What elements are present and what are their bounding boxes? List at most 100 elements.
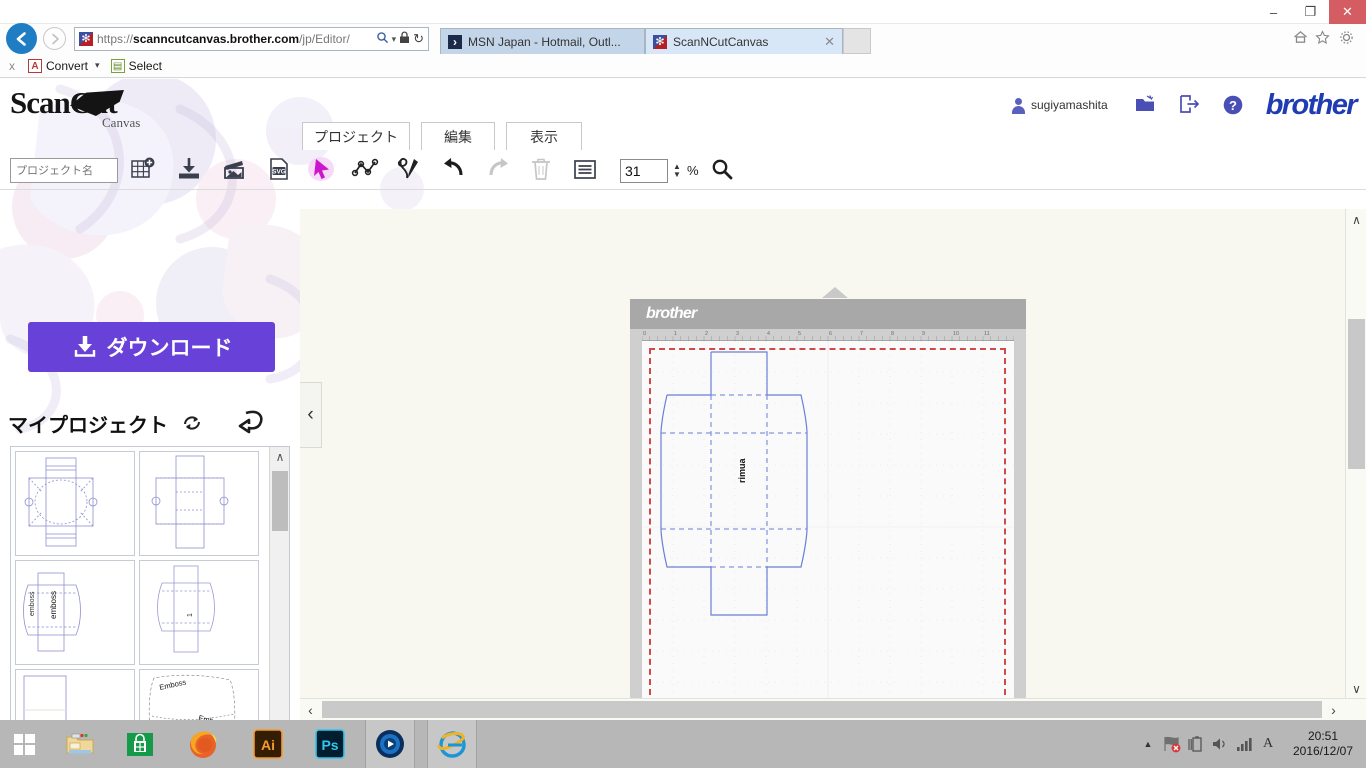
convert-dropdown-icon[interactable]: ▾	[95, 60, 100, 71]
project-name-input[interactable]	[10, 158, 118, 183]
canvas-vertical-scrollbar[interactable]: ∧ ∨	[1345, 209, 1366, 699]
ruler-top: 0123456789101112	[630, 329, 1038, 341]
mat-up-arrow-icon[interactable]	[822, 287, 848, 298]
select-button[interactable]: Select	[107, 54, 166, 78]
zoom-input[interactable]	[620, 158, 668, 183]
home-icon[interactable]	[1290, 27, 1310, 47]
new-tab-button[interactable]	[843, 28, 871, 54]
open-project-icon[interactable]	[1134, 94, 1160, 116]
tray-expand-icon[interactable]: ▲	[1136, 720, 1160, 768]
address-url: https://scanncutcanvas.brother.com/jp/Ed…	[97, 32, 350, 46]
ruler-right	[1014, 329, 1026, 720]
gear-icon[interactable]	[1336, 27, 1356, 47]
mat-brand-top: brother	[646, 305, 697, 322]
addon-close-icon[interactable]: x	[0, 59, 24, 73]
delete-icon	[524, 153, 558, 185]
import-icon[interactable]	[172, 153, 206, 185]
volume-icon[interactable]	[1208, 720, 1232, 768]
scroll-left-icon[interactable]: ‹	[300, 699, 321, 720]
tab-close-icon[interactable]: ✕	[824, 34, 835, 50]
clock-time: 20:51	[1307, 729, 1339, 743]
zoom-control: ▲ ▼ %	[620, 158, 733, 183]
maximize-button[interactable]: ❐	[1292, 0, 1329, 24]
collapse-panel-button[interactable]: ‹	[300, 382, 322, 448]
list-item[interactable]: Emboss Emboss	[139, 669, 259, 720]
zoom-stepper[interactable]: ▲ ▼	[670, 159, 684, 183]
ime-icon[interactable]: A	[1256, 720, 1280, 768]
internet-explorer-icon[interactable]	[427, 720, 477, 768]
thumbnail-scrollbar[interactable]: ∧ ∨	[269, 447, 289, 720]
svg-text:10: 10	[953, 331, 959, 337]
scroll-up-icon[interactable]: ∧	[270, 447, 289, 467]
scrollbar-thumb[interactable]	[272, 471, 288, 531]
mat-work-area[interactable]: rimua	[642, 341, 1014, 713]
store-icon[interactable]	[115, 720, 165, 768]
minimize-button[interactable]: –	[1255, 0, 1292, 24]
list-item[interactable]	[15, 669, 135, 720]
clock-date: 2016/12/07	[1292, 744, 1354, 758]
battery-icon[interactable]	[1184, 720, 1208, 768]
svg-text:2: 2	[705, 331, 708, 337]
scroll-right-icon[interactable]: ›	[1323, 699, 1344, 720]
download-button[interactable]: ダウンロード	[28, 322, 275, 372]
draw-pen-icon[interactable]	[392, 153, 426, 185]
canvas-area[interactable]: brother 0123456789101112	[300, 209, 1366, 720]
convert-button[interactable]: Convert	[24, 54, 92, 78]
svg-text:0: 0	[643, 331, 646, 337]
new-project-icon[interactable]	[126, 153, 160, 185]
refresh-icon[interactable]	[180, 411, 204, 435]
select-cursor-icon[interactable]	[305, 153, 339, 185]
browser-tab-msn[interactable]: MSN Japan - Hotmail, Outl...	[440, 28, 645, 54]
scrollbar-thumb[interactable]	[322, 701, 1322, 718]
photoshop-icon[interactable]: Ps	[305, 720, 355, 768]
chevron-down-icon[interactable]: ▾	[392, 34, 397, 45]
system-tray: ▲ A 20:51 2016/12/07	[1136, 720, 1366, 768]
signal-icon[interactable]	[1232, 720, 1256, 768]
browser-tab-scanncutcanvas[interactable]: ScanNCutCanvas ✕	[645, 28, 843, 54]
back-arrow-icon[interactable]	[236, 404, 270, 438]
list-item[interactable]	[139, 451, 259, 556]
app-header: ScanCut Canvas プロジェクト 編集 表示 sugiyamashit…	[0, 79, 1366, 150]
firefox-icon[interactable]	[178, 720, 228, 768]
node-edit-icon[interactable]	[348, 153, 382, 185]
list-item[interactable]: 1	[139, 560, 259, 665]
search-icon[interactable]	[376, 31, 389, 47]
photoshop-label: Ps	[321, 737, 338, 753]
file-explorer-icon[interactable]	[55, 720, 105, 768]
list-item[interactable]: emboss emboss	[15, 560, 135, 665]
select-label: Select	[128, 58, 162, 73]
scroll-up-icon[interactable]: ∧	[1346, 209, 1366, 230]
help-icon[interactable]: ?	[1222, 94, 1248, 116]
ruler-left	[630, 329, 642, 720]
favorites-star-icon[interactable]	[1312, 27, 1332, 47]
media-player-icon[interactable]	[365, 720, 415, 768]
thumb-caption: emboss	[49, 591, 58, 619]
svg-icon[interactable]: SVG	[262, 153, 296, 185]
start-button[interactable]	[0, 720, 48, 768]
scanncut-logo: ScanCut Canvas	[10, 87, 170, 133]
canvas-horizontal-scrollbar[interactable]: ‹ ›	[300, 698, 1366, 720]
tab-project[interactable]: プロジェクト	[302, 122, 410, 150]
scrollbar-thumb[interactable]	[1348, 319, 1365, 469]
box-dieline-shape[interactable]: rimua	[655, 341, 825, 641]
back-icon[interactable]	[6, 23, 37, 54]
undo-icon[interactable]	[437, 153, 471, 185]
my-projects-label: マイプロジェクト	[8, 414, 168, 437]
scroll-down-icon[interactable]: ∨	[1346, 678, 1366, 699]
zoom-down-icon[interactable]: ▼	[673, 170, 681, 179]
illustrator-icon[interactable]: Ai	[243, 720, 293, 768]
logout-icon[interactable]	[1178, 94, 1204, 116]
tab-view[interactable]: 表示	[506, 122, 582, 150]
magnifier-icon[interactable]	[711, 158, 733, 183]
list-icon[interactable]	[568, 153, 602, 185]
list-item[interactable]	[15, 451, 135, 556]
refresh-icon[interactable]: ↻	[413, 31, 424, 47]
mat-header: brother	[630, 299, 1026, 329]
export-icon[interactable]	[218, 153, 252, 185]
clock[interactable]: 20:51 2016/12/07	[1280, 729, 1366, 759]
network-icon[interactable]	[1160, 720, 1184, 768]
close-button[interactable]: ✕	[1329, 0, 1366, 24]
avatar	[1011, 97, 1026, 114]
address-bar[interactable]: https://scanncutcanvas.brother.com/jp/Ed…	[74, 27, 429, 51]
tab-edit[interactable]: 編集	[421, 122, 495, 150]
